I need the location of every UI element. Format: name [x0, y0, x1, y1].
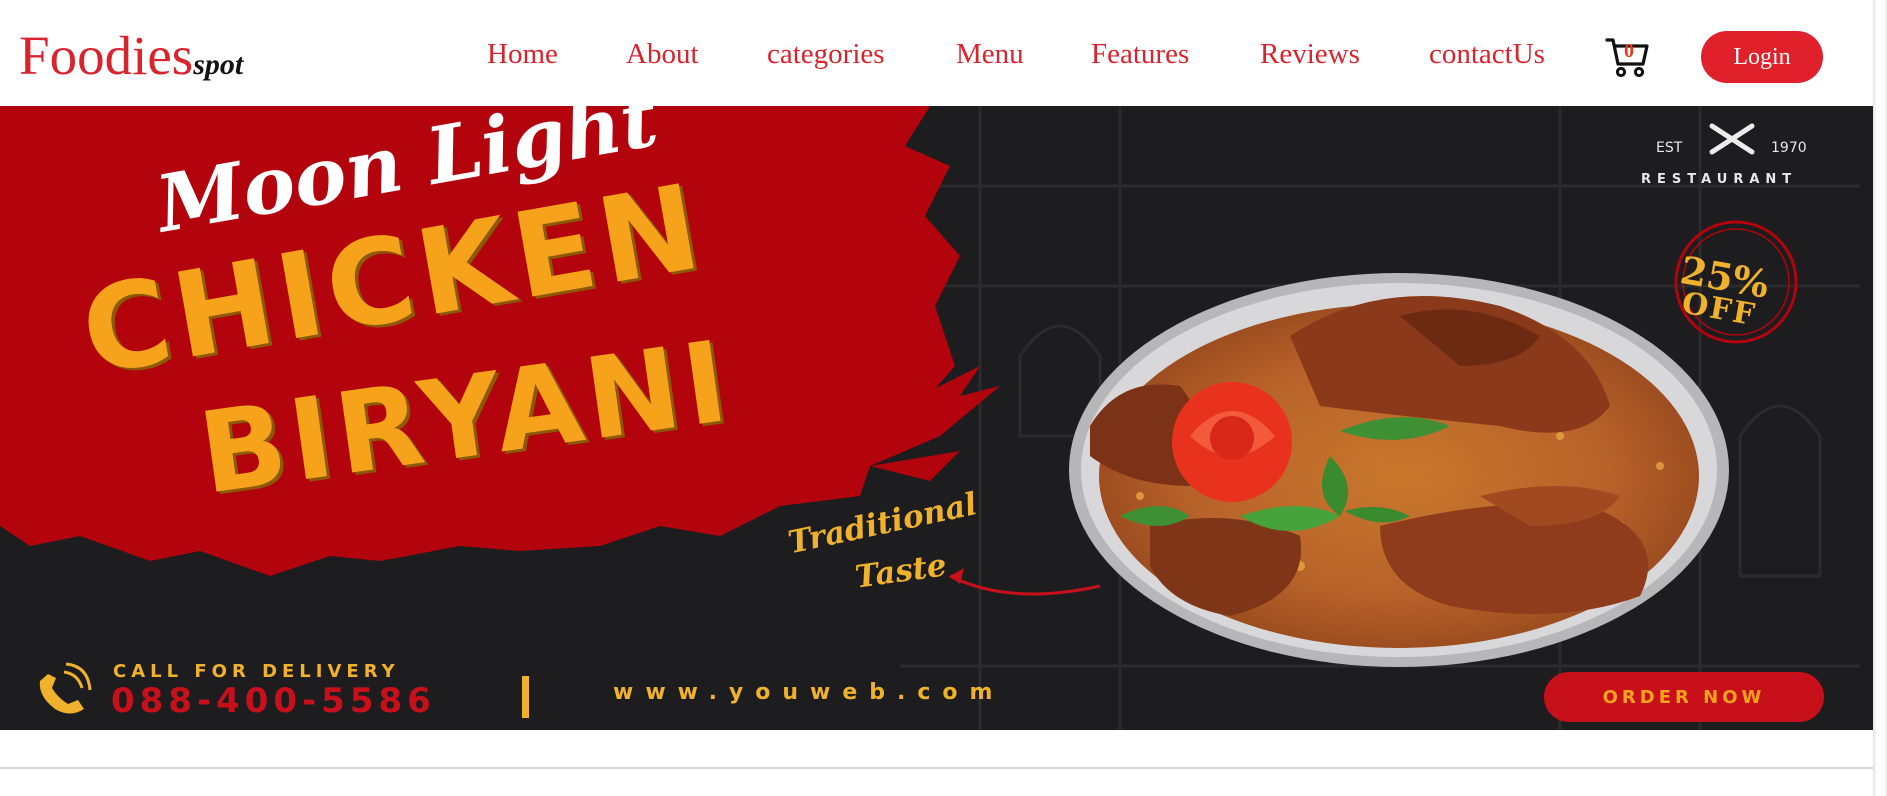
nav-about[interactable]: About	[626, 38, 699, 71]
nav-home[interactable]: Home	[487, 38, 558, 71]
est-label: EST	[1656, 140, 1683, 156]
website-url: www.youweb.com	[613, 680, 1005, 705]
cart-button[interactable]: 0	[1605, 34, 1651, 80]
login-button[interactable]: Login	[1701, 31, 1823, 83]
nav-categories[interactable]: categories	[767, 38, 885, 71]
scrollbar-thumb[interactable]	[1876, 0, 1885, 796]
section-divider	[0, 767, 1873, 769]
main-nav: Home About categories Menu Features Revi…	[0, 38, 1872, 78]
call-for-delivery-label: CALL FOR DELIVERY	[113, 661, 400, 682]
est-year: 1970	[1771, 140, 1807, 156]
hero-banner[interactable]: EST 1970 RESTAURANT Moon Light CHICKEN B…	[0, 106, 1873, 730]
restaurant-label: RESTAURANT	[1641, 172, 1798, 187]
nav-reviews[interactable]: Reviews	[1260, 38, 1360, 71]
site-header: Foodiesspot Home About categories Menu F…	[0, 0, 1872, 106]
order-now-button[interactable]: ORDER NOW	[1544, 672, 1824, 722]
nav-menu[interactable]: Menu	[956, 38, 1024, 71]
nav-features[interactable]: Features	[1091, 38, 1189, 71]
cart-count-badge: 0	[1624, 40, 1634, 62]
nav-contactus[interactable]: contactUs	[1429, 38, 1545, 71]
phone-number: 088-400-5586	[111, 681, 436, 721]
